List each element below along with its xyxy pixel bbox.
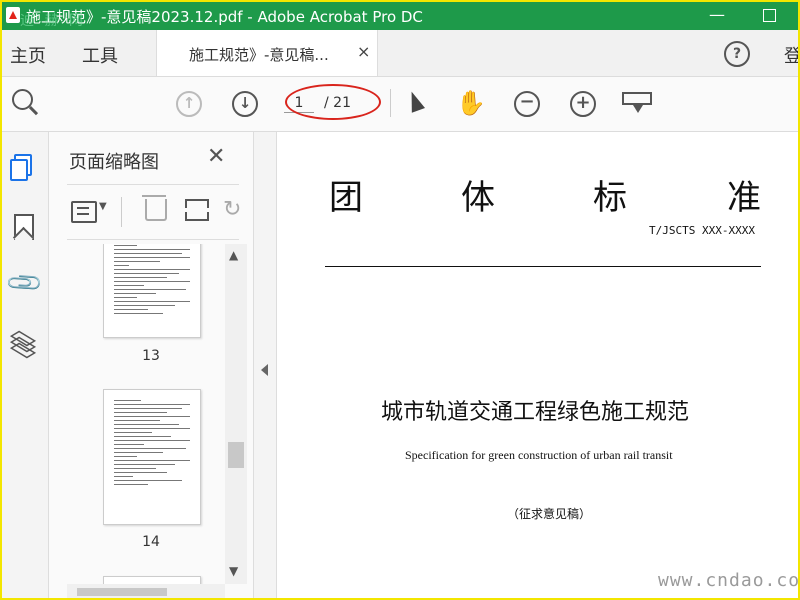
rotate-icon[interactable]: ↻ — [223, 197, 241, 222]
scroll-down-icon[interactable]: ▼ — [229, 564, 238, 578]
thumbnail-options-icon[interactable] — [71, 201, 97, 223]
watermark-bottom: www.cndao.com — [658, 570, 800, 591]
standard-code: T/JSCTS XXX-XXXX — [649, 224, 755, 237]
thumbnail-list[interactable]: 13 14 — [67, 244, 247, 598]
document-status: （征求意见稿） — [507, 507, 592, 521]
page-thumbnails-icon[interactable] — [10, 154, 32, 181]
panel-title: 页面缩略图 — [69, 152, 159, 173]
next-page-button[interactable]: ↓ — [232, 91, 258, 117]
close-panel-icon[interactable]: ✕ — [207, 144, 225, 169]
heading-char: 体 — [461, 178, 495, 218]
panel-collapse-handle[interactable] — [254, 132, 277, 598]
document-view[interactable]: 团 体 标 准 T/JSCTS XXX-XXXX 城市轨道交通工程绿色施工规范 … — [277, 132, 798, 598]
heading-char: 准 — [727, 178, 761, 218]
left-navigation-strip: 📎 — [2, 132, 49, 598]
scrollbar-thumb[interactable] — [228, 442, 244, 468]
thumbnail-panel: 页面缩略图 ✕ ▼ ↻ 13 14 ▲ ▼ — [49, 132, 254, 598]
page-thumbnail-13[interactable] — [103, 244, 201, 338]
select-pointer-icon[interactable] — [405, 89, 425, 113]
tab-tools[interactable]: 工具 — [82, 42, 118, 68]
watermark-top: 迪 赫 网 — [20, 13, 86, 29]
toolbar-divider — [390, 89, 391, 117]
document-title-cn: 城市轨道交通工程绿色施工规范 — [381, 400, 690, 425]
close-tab-icon[interactable]: × — [357, 42, 370, 61]
red-annotation-ellipse — [285, 84, 381, 120]
document-tab-label: 施工规范》-意见稿... — [189, 46, 329, 64]
page-thumbnail-14[interactable] — [103, 389, 201, 525]
toolbar-divider — [121, 197, 122, 227]
tab-bar: 主页 工具 施工规范》-意见稿... × ? 登 — [2, 30, 798, 77]
delete-page-icon[interactable] — [142, 195, 167, 221]
hand-tool-icon[interactable]: ✋ — [456, 89, 486, 117]
scroll-up-icon[interactable]: ▲ — [229, 248, 238, 262]
help-icon[interactable]: ? — [724, 41, 750, 67]
signin-button[interactable]: 登 — [784, 42, 798, 68]
heading-char: 团 — [329, 178, 363, 218]
heading-char: 标 — [593, 178, 627, 218]
bookmark-icon[interactable] — [10, 214, 34, 240]
previous-page-button[interactable]: ↑ — [176, 91, 202, 117]
app-window: 施工规范》-意见稿2023.12.pdf - Adobe Acrobat Pro… — [0, 0, 800, 600]
layers-icon[interactable] — [9, 330, 37, 359]
tab-document[interactable]: 施工规范》-意见稿... × — [156, 30, 378, 76]
thumbnail-page-number: 13 — [142, 348, 160, 364]
thumbnail-scrollbar[interactable]: ▲ ▼ — [225, 244, 247, 584]
divider-rule — [325, 266, 761, 267]
scroll-mode-icon[interactable] — [622, 92, 652, 113]
chevron-down-icon[interactable]: ▼ — [99, 201, 107, 212]
zoom-out-button[interactable]: − — [514, 91, 540, 117]
acrobat-icon — [6, 7, 20, 23]
document-page: 团 体 标 准 T/JSCTS XXX-XXXX 城市轨道交通工程绿色施工规范 … — [277, 132, 798, 598]
thumbnail-page-number: 14 — [142, 534, 160, 550]
scrollbar-thumb[interactable] — [77, 588, 167, 596]
attachment-icon[interactable]: 📎 — [4, 262, 45, 303]
minimize-button[interactable]: — — [702, 2, 732, 30]
insert-page-icon[interactable] — [185, 199, 209, 221]
chevron-left-icon — [261, 364, 268, 376]
maximize-icon — [762, 9, 776, 22]
panel-toolbar: ▼ ↻ — [67, 184, 241, 240]
tab-home[interactable]: 主页 — [10, 42, 46, 68]
toolbar: ↑ ↓ / 21 ✋ − + — [2, 77, 798, 132]
maximize-button[interactable] — [754, 2, 784, 30]
document-title-en: Specification for green construction of … — [405, 448, 673, 462]
title-bar: 施工规范》-意见稿2023.12.pdf - Adobe Acrobat Pro… — [2, 2, 798, 30]
thumbnail-horizontal-scrollbar[interactable] — [67, 584, 225, 598]
zoom-in-button[interactable]: + — [570, 91, 596, 117]
